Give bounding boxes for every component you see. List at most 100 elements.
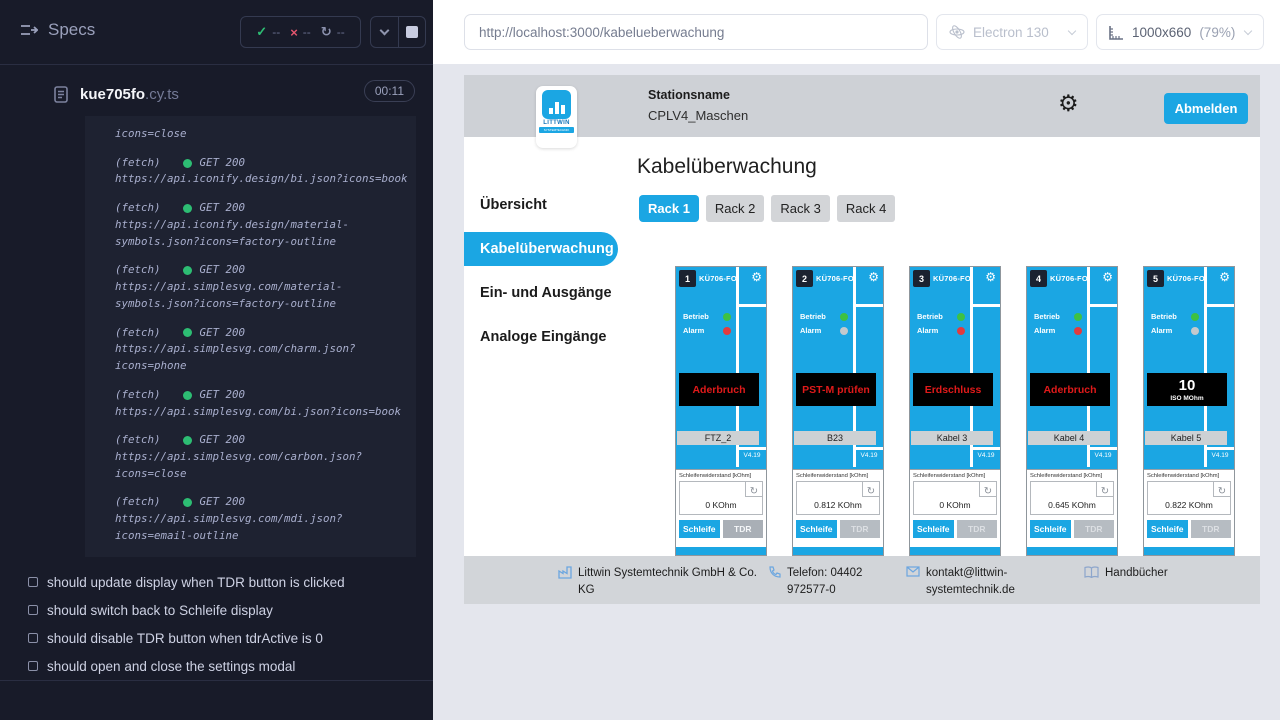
tdr-button[interactable]: TDR: [723, 520, 764, 538]
viewport-selector[interactable]: 1000x660 (79%): [1096, 14, 1264, 50]
tab-rack-1[interactable]: Rack 1: [639, 195, 699, 222]
spec-extension: .cy.ts: [145, 86, 179, 103]
kabelueberwachung-app: Stationsname CPLV4_Maschen ⚙ Abmelden LI…: [464, 75, 1260, 604]
tab-rack-2[interactable]: Rack 2: [706, 195, 764, 222]
card-settings-icon[interactable]: ⚙: [985, 270, 996, 284]
success-dot-icon: [183, 328, 192, 337]
spec-file-icon: [54, 86, 68, 103]
refresh-button[interactable]: ↻: [862, 482, 879, 497]
tab-rack-4[interactable]: Rack 4: [837, 195, 895, 222]
footer-manuals[interactable]: Handbücher: [1084, 565, 1168, 582]
logout-button[interactable]: Abmelden: [1164, 93, 1248, 124]
log-entry[interactable]: (fetch)GET 200 https://api.iconify.desig…: [115, 155, 411, 188]
alarm-led-row: Alarm: [917, 326, 965, 335]
device-card-2: 2 KÜ706-FO ⚙ Betrieb Alarm PST-M prüfen …: [792, 266, 884, 556]
sidebar-item-ein-und-ausgaenge[interactable]: Ein- und Ausgänge: [464, 285, 618, 301]
browser-selector[interactable]: Electron 130: [936, 14, 1088, 50]
slot-number: 4: [1030, 270, 1047, 287]
cable-name: FTZ_2: [677, 431, 759, 445]
footer-email[interactable]: kontakt@littwin-systemtechnik.de: [906, 565, 1021, 598]
success-dot-icon: [183, 204, 192, 213]
log-entry[interactable]: (fetch)GET 200 https://api.simplesvg.com…: [115, 494, 411, 544]
log-entry[interactable]: (fetch)GET 200 https://api.simplesvg.com…: [115, 262, 411, 312]
test-list: should update display when TDR button is…: [0, 568, 433, 680]
aut-frame: Stationsname CPLV4_Maschen ⚙ Abmelden LI…: [433, 64, 1280, 720]
slot-number: 1: [679, 270, 696, 287]
refresh-button[interactable]: ↻: [745, 482, 762, 497]
test-item[interactable]: should update display when TDR button is…: [0, 568, 433, 596]
resistance-value: 0.645 KOhm: [1031, 500, 1113, 510]
betrieb-led: [723, 313, 731, 321]
alarm-led-row: Alarm: [1151, 326, 1199, 335]
divider: [739, 304, 766, 307]
tdr-button[interactable]: TDR: [957, 520, 998, 538]
tdr-button[interactable]: TDR: [840, 520, 881, 538]
schleife-button[interactable]: Schleife: [1147, 520, 1188, 538]
specs-menu-button[interactable]: Specs: [20, 20, 95, 40]
display-text: Aderbruch: [1043, 384, 1096, 396]
success-dot-icon: [183, 391, 192, 400]
resistance-panel: Schleifenwiderstand [kOhm] ↻ 0 KOhm Schl…: [910, 469, 1000, 547]
success-dot-icon: [183, 436, 192, 445]
log-entry[interactable]: (fetch)GET 200 https://api.iconify.desig…: [115, 200, 411, 250]
device-display: 10 ISO MOhm: [1147, 373, 1227, 406]
browser-name: Electron 130: [973, 25, 1049, 40]
divider: [0, 64, 433, 65]
log-entry[interactable]: (fetch)GET 200 https://api.simplesvg.com…: [115, 432, 411, 482]
card-settings-icon[interactable]: ⚙: [1102, 270, 1113, 284]
betrieb-led-row: Betrieb: [1034, 312, 1082, 321]
stat-pending: ↻--: [321, 25, 345, 40]
tdr-button[interactable]: TDR: [1191, 520, 1232, 538]
resistance-value: 0.812 KOhm: [797, 500, 879, 510]
log-entry[interactable]: (fetch)GET 200 https://api.simplesvg.com…: [115, 387, 411, 420]
resistance-panel: Schleifenwiderstand [kOhm] ↻ 0.645 KOhm …: [1027, 469, 1117, 547]
test-state-icon: [28, 577, 38, 587]
card-settings-icon[interactable]: ⚙: [1219, 270, 1230, 284]
email-icon: [906, 566, 920, 577]
rack-tabs: Rack 1 Rack 2 Rack 3 Rack 4: [639, 195, 895, 222]
card-settings-icon[interactable]: ⚙: [868, 270, 879, 284]
sidebar-item-uebersicht[interactable]: Übersicht: [464, 197, 618, 213]
betrieb-led: [957, 313, 965, 321]
schleife-button[interactable]: Schleife: [913, 520, 954, 538]
alarm-led: [723, 327, 731, 335]
schleife-button[interactable]: Schleife: [796, 520, 837, 538]
test-item[interactable]: should switch back to Schleife display: [0, 596, 433, 624]
settings-gear-icon[interactable]: ⚙: [1058, 91, 1079, 117]
display-text: Erdschluss: [925, 384, 982, 396]
refresh-button[interactable]: ↻: [1213, 482, 1230, 497]
test-item[interactable]: should open and close the settings modal: [0, 652, 433, 680]
schleife-button[interactable]: Schleife: [1030, 520, 1071, 538]
slot-number: 2: [796, 270, 813, 287]
schleife-button[interactable]: Schleife: [679, 520, 720, 538]
refresh-icon: ↻: [1101, 486, 1109, 497]
stat-passed: ✓--: [256, 24, 280, 40]
phone-icon: [768, 566, 781, 579]
firmware-version: V4.19: [739, 452, 765, 459]
device-display: PST-M prüfen: [796, 373, 876, 406]
card-settings-icon[interactable]: ⚙: [751, 270, 762, 284]
betrieb-led-row: Betrieb: [683, 312, 731, 321]
test-item[interactable]: should disable TDR button when tdrActive…: [0, 624, 433, 652]
refresh-button[interactable]: ↻: [1096, 482, 1113, 497]
browser-pane: Electron 130 1000x660 (79%) Stationsname…: [433, 0, 1280, 720]
stop-button[interactable]: [399, 17, 426, 47]
tab-rack-3[interactable]: Rack 3: [771, 195, 829, 222]
collapse-button[interactable]: [371, 17, 399, 47]
tdr-button[interactable]: TDR: [1074, 520, 1115, 538]
firmware-version: V4.19: [1090, 452, 1116, 459]
footer-phone: Telefon: 04402 972577-0: [768, 565, 900, 598]
spec-file-row[interactable]: kue705fo.cy.ts 00:11: [0, 76, 433, 112]
spec-name: kue705fo: [80, 86, 145, 103]
reporter-header: Specs ✓-- ×-- ↻--: [0, 0, 433, 64]
chevron-down-icon: [1068, 26, 1076, 34]
log-entry[interactable]: icons=close: [115, 126, 411, 143]
log-entry[interactable]: (fetch)GET 200 https://api.simplesvg.com…: [115, 325, 411, 375]
url-input[interactable]: [464, 14, 928, 50]
sidebar-item-analoge-eingaenge[interactable]: Analoge Eingänge: [464, 329, 618, 345]
refresh-button[interactable]: ↻: [979, 482, 996, 497]
alarm-led: [840, 327, 848, 335]
divider: [856, 304, 883, 307]
sidebar-item-kabelueberwachung[interactable]: Kabelüberwachung: [464, 232, 618, 266]
x-icon: ×: [290, 25, 298, 40]
